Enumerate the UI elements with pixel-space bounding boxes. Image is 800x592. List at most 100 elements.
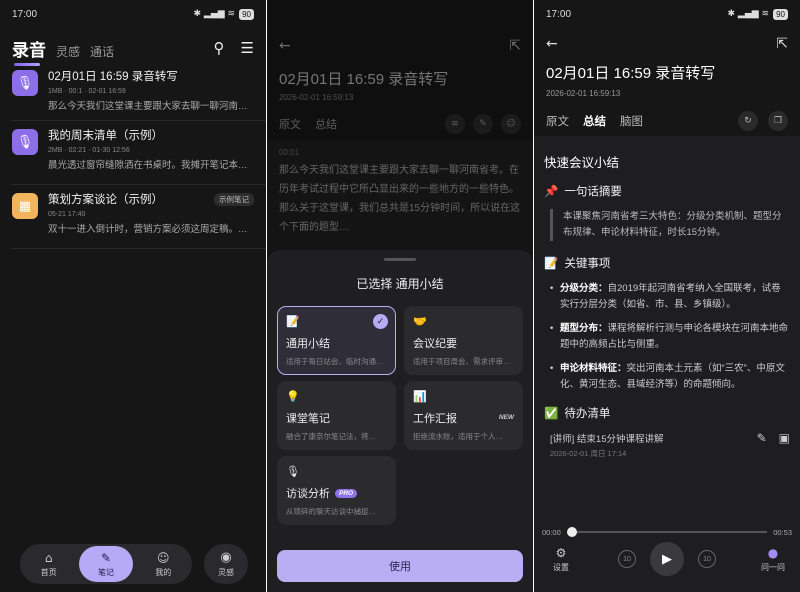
list-item[interactable]: ▦ 策划方案谈论（示例） 示例笔记 05-21 17:40 双十一进入倒计时，营销…: [12, 185, 266, 249]
signal-icon: ✱ ▂▄▆ ≋: [727, 9, 770, 19]
nav-mine[interactable]: ☺ 我的: [136, 551, 190, 578]
transcript-text: 那么今天我们这堂课主要跟大家去聊一聊河南省考。在历年考试过程中它所凸显出来的一些…: [279, 165, 521, 233]
share-icon[interactable]: ⇱: [509, 38, 521, 54]
list-item: 分级分类：自2019年起河南省考纳入全国联考，试卷实行分层分类（如省、市、县、乡…: [550, 281, 790, 313]
sheet-handle[interactable]: [384, 258, 416, 261]
page-time: 2026-02-01 16:59:13: [546, 89, 621, 98]
mic-icon: 🎙: [286, 466, 300, 478]
record-icon: ◉: [220, 550, 232, 565]
skip-forward-button[interactable]: 10: [698, 550, 716, 568]
todo-time: 2026-02-01 周日 17:14: [550, 449, 627, 458]
play-button[interactable]: ▶: [650, 542, 684, 576]
doc-icon: ▦: [12, 193, 38, 219]
template-picker-screen: ← ⇱ 02月01日 16:59 录音转写 2026-02-01 16:59:1…: [267, 0, 533, 592]
handshake-icon: 🤝: [413, 316, 427, 328]
tab-summary[interactable]: 总结: [583, 113, 606, 129]
progress-knob[interactable]: [566, 527, 577, 537]
template-card[interactable]: 🎙 访谈分析 PRO 从琐碎的聊天访谈中捕捉…: [277, 456, 396, 525]
memo-icon: 📝: [544, 258, 559, 270]
notes-list-screen: 17:00 ✱ ▂▄▆ ≋ 90 录音 灵感 通话 ⚲ ☰ 🎙 02月01日 16…: [0, 0, 266, 592]
tab-summary[interactable]: 总结: [315, 116, 337, 132]
notes-header: 录音 灵感 通话 ⚲ ☰: [0, 28, 266, 68]
speaker-icon[interactable]: ☺: [501, 114, 521, 134]
summary-screen: 17:00 ✱ ▂▄▆ ≋ 90 ← ⇱ 02月01日 16:59 录音转写 20…: [534, 0, 800, 592]
edit-icon[interactable]: ✎: [473, 114, 493, 134]
search-icon[interactable]: ⚲: [214, 39, 225, 57]
tab-calls[interactable]: 通话: [90, 43, 114, 60]
edit-icon[interactable]: ✎: [757, 431, 767, 445]
checkmark-icon: ✅: [544, 408, 559, 420]
filter-icon[interactable]: ☰: [241, 39, 254, 57]
sheet-title: 已选择 通用小结: [356, 277, 444, 291]
status-time: 17:00: [546, 8, 572, 20]
tab-recording[interactable]: 录音: [12, 36, 46, 66]
section-summary: 一句话摘要: [564, 186, 622, 198]
use-button[interactable]: 使用: [277, 550, 523, 582]
nav-notes[interactable]: ✎ 笔记: [78, 546, 133, 582]
pin-icon: 📌: [544, 186, 559, 198]
list-item: 申论材料特征：突出河南本土元素（如“三农”、中原文化、黄河生态、县域经济等）的命…: [550, 361, 790, 393]
page-title: 02月01日 16:59 录音转写: [546, 65, 716, 82]
back-arrow-icon[interactable]: ←: [279, 38, 291, 54]
bulb-icon: 💡: [286, 391, 300, 403]
todo-item: [讲师] 结束15分钟课程讲解 ✎ ▣: [550, 431, 790, 445]
note-meta: 2MB · 02:21 · 01-30 12:56: [48, 147, 130, 154]
ask-button[interactable]: ● 问一问: [756, 546, 790, 573]
nav-home[interactable]: ⌂ 首页: [22, 551, 76, 578]
tab-mindmap[interactable]: 脑图: [620, 113, 643, 129]
battery-icon: 90: [773, 8, 788, 20]
status-time: 17:00: [12, 8, 38, 20]
share-icon[interactable]: ⇱: [776, 36, 788, 52]
note-preview: 双十一进入倒计时，营销方案必须这周定稿。…: [48, 224, 248, 235]
tab-original[interactable]: 原文: [279, 116, 301, 132]
settings-icon: ⚙: [555, 545, 567, 560]
template-card[interactable]: 📊 NEW 工作汇报 拒绝流水账，适用于个人…: [404, 381, 523, 450]
audio-player: 00:00 00:53 ⚙ 设置 10 ▶ 10 ● 问一问: [534, 522, 800, 592]
refresh-icon[interactable]: ↻: [738, 111, 758, 131]
tab-original[interactable]: 原文: [546, 113, 569, 129]
current-time: 00:00: [542, 527, 561, 537]
template-card[interactable]: 🤝 会议纪要 适用于项目周会、需求评审…: [404, 306, 523, 375]
note-preview: 晨光透过窗帘缝隙洒在书桌时。我摊开笔记本…: [48, 160, 248, 171]
note-title: 策划方案谈论（示例）: [48, 194, 163, 206]
template-card[interactable]: 💡 课堂笔记 融合了康奈尔笔记法，将…: [277, 381, 396, 450]
sample-badge: 示例笔记: [214, 192, 254, 206]
list-item[interactable]: 🎙 我的周末清单（示例） 2MB · 02:21 · 01-30 12:56 晨…: [12, 121, 266, 185]
status-bar: 17:00 ✱ ▂▄▆ ≋ 90: [0, 0, 266, 28]
list-item[interactable]: 🎙 02月01日 16:59 录音转写 1MB · 00:1 · 02-01 1…: [12, 68, 266, 121]
progress-bar[interactable]: [566, 527, 768, 537]
back-arrow-icon[interactable]: ←: [546, 36, 558, 52]
template-card[interactable]: 📝 ✓ 通用小结 适用于每日站会、临时沟通…: [277, 306, 396, 375]
section-todo: 待办清单: [564, 408, 611, 420]
chat-icon: ●: [767, 545, 779, 560]
mic-icon: 🎙: [12, 70, 38, 96]
bottom-nav: ⌂ 首页 ✎ 笔记 ☺ 我的: [20, 544, 192, 584]
status-bar: 17:00 ✱ ▂▄▆ ≋ 90: [534, 0, 800, 28]
note-title: 我的周末清单（示例）: [48, 130, 163, 142]
mic-icon: 🎙: [12, 129, 38, 155]
page-time: 2026-02-01 16:59:13: [279, 93, 354, 102]
copy-icon[interactable]: ❐: [768, 111, 788, 131]
summary-body: 快速会议小结 📌 一句话摘要 本课聚焦河南省考三大特色：分级分类机制、题型分布规律…: [534, 136, 800, 546]
inspire-button[interactable]: ◉ 灵感: [204, 544, 248, 584]
feather-icon: ✎: [100, 550, 112, 565]
calendar-add-icon[interactable]: ▣: [779, 431, 790, 445]
memo-icon: 📝: [286, 316, 300, 328]
skip-back-button[interactable]: 10: [618, 550, 636, 568]
tab-inspiration[interactable]: 灵感: [56, 43, 80, 60]
note-list: 🎙 02月01日 16:59 录音转写 1MB · 00:1 · 02-01 1…: [0, 68, 266, 249]
battery-icon: 90: [239, 8, 254, 20]
check-icon: ✓: [373, 314, 388, 329]
note-meta: 05-21 17:40: [48, 211, 86, 218]
note-meta: 1MB · 00:1 · 02-01 16:59: [48, 88, 126, 95]
list-item: 题型分布：课程将解析行测与申论各模块在河南本地命题中的高频占比与侧重。: [550, 321, 790, 353]
new-badge: NEW: [498, 414, 514, 421]
template-sheet: 已选择 通用小结 📝 ✓ 通用小结 适用于每日站会、临时沟通… 🤝 会议纪要 适…: [267, 250, 533, 592]
home-icon: ⌂: [44, 550, 53, 565]
settings-button[interactable]: ⚙ 设置: [544, 546, 578, 573]
note-title: 02月01日 16:59 录音转写: [48, 71, 178, 83]
search-text-icon[interactable]: ≡: [445, 114, 465, 134]
pro-badge: PRO: [335, 488, 358, 498]
chart-icon: 📊: [413, 391, 427, 403]
summary-quote: 本课聚焦河南省考三大特色：分级分类机制、题型分布规律、申论材料特征，时长15分钟…: [550, 209, 790, 241]
